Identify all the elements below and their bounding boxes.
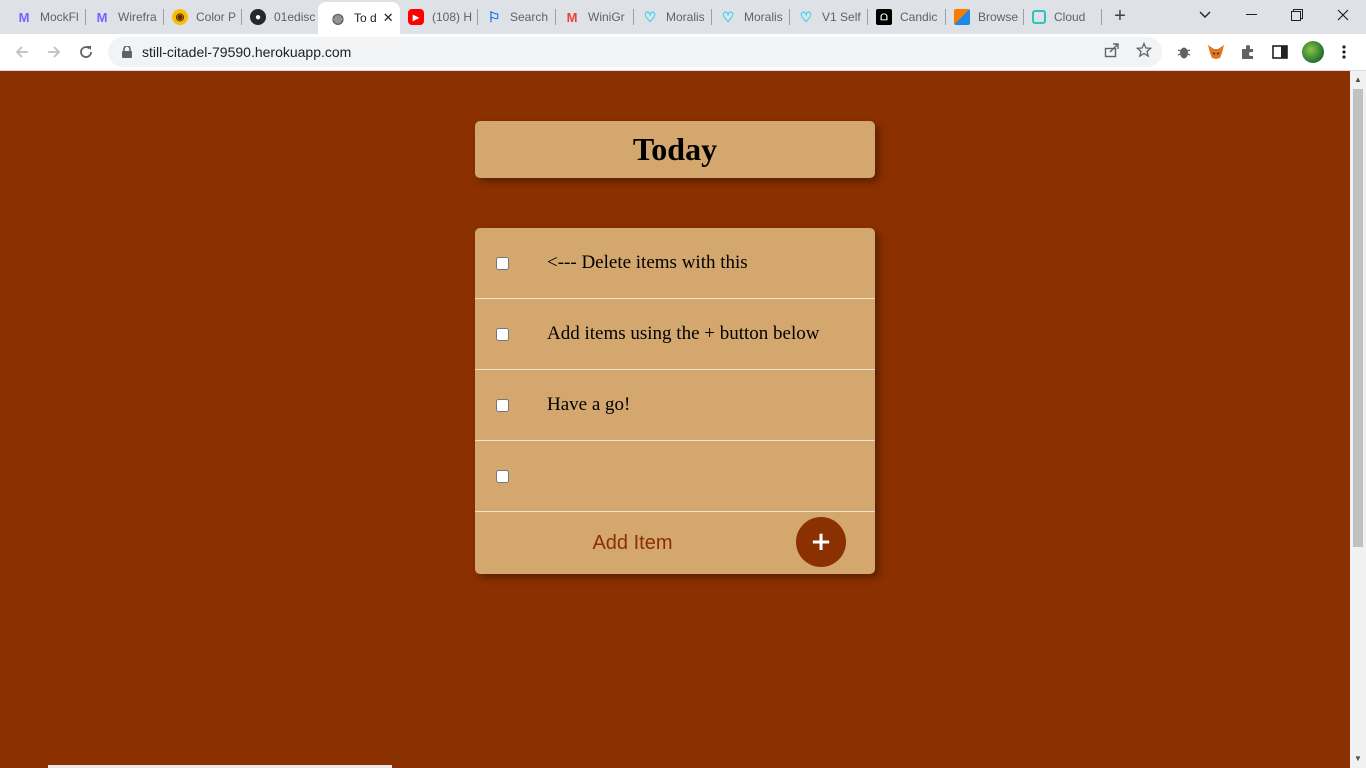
todo-list-card: <--- Delete items with this Add items us… [475,228,875,574]
new-tab-button[interactable]: + [1110,6,1130,26]
moralis-icon: ♡ [799,8,813,25]
tab-color-picker[interactable]: ◉ Color P [160,4,242,30]
extensions-puzzle-icon[interactable] [1238,42,1258,62]
back-arrow-icon[interactable] [10,40,34,64]
tab-strip: M MockFl M Wirefra ◉ Color P ● 01edisc ◍… [0,0,1366,34]
scroll-down-arrow-icon[interactable]: ▼ [1354,755,1362,763]
new-item-input[interactable] [495,522,770,564]
more-menu-icon[interactable] [1334,42,1354,62]
tab-moralis-1[interactable]: ♡ Moralis [630,4,712,30]
candid-icon: ᗝ [876,9,892,25]
tab-search-dropdown-icon[interactable] [1182,0,1228,30]
side-panel-icon[interactable] [1270,42,1290,62]
item-text: Add items using the + button below [547,323,820,344]
gmail-icon: M [566,9,578,25]
browse-icon [954,9,970,25]
item-text: Have a go! [547,394,631,415]
cloud-icon [1032,10,1046,24]
list-item: Add items using the + button below [475,299,875,370]
reload-icon[interactable] [74,40,98,64]
vertical-scrollbar[interactable]: ▲ ▼ [1350,71,1366,768]
youtube-icon: ▶ [408,9,424,25]
flag-icon: ⚐ [487,8,501,25]
metamask-fox-icon[interactable] [1206,42,1226,62]
tab-youtube[interactable]: ▶ (108) H [396,4,478,30]
tab-cloud[interactable]: Cloud [1020,4,1102,30]
moralis-icon: ♡ [721,8,735,25]
tab-todo-active[interactable]: ◍ To d ✕ [318,2,400,34]
close-window-icon[interactable] [1320,0,1366,30]
list-title: Today [632,131,718,167]
forward-arrow-icon[interactable] [42,40,66,64]
list-heading-card: Today [475,121,875,178]
item-text: <--- Delete items with this [547,252,748,273]
mockflow-icon: M [96,9,108,25]
tab-separator [1101,9,1102,25]
moralis-icon: ♡ [643,8,657,25]
delete-item-checkbox[interactable] [496,399,509,412]
add-item-button[interactable]: + [796,517,846,567]
delete-item-checkbox[interactable] [496,328,509,341]
delete-item-checkbox[interactable] [496,257,509,270]
close-tab-icon[interactable]: ✕ [383,10,394,26]
color-picker-icon: ◉ [172,9,188,25]
github-icon: ● [250,9,266,25]
list-item: Have a go! [475,370,875,441]
bookmark-star-icon[interactable] [1134,40,1154,60]
restore-icon[interactable] [1274,0,1320,30]
bug-extension-icon[interactable] [1174,42,1194,62]
tab-moralis-2[interactable]: ♡ Moralis [708,4,790,30]
tab-v1-self[interactable]: ♡ V1 Self [786,4,868,30]
tab-search[interactable]: ⚐ Search [474,4,556,30]
tab-candid[interactable]: ᗝ Candic [864,4,946,30]
tab-mockflow-2[interactable]: M Wirefra [82,4,164,30]
tab-mockflow-1[interactable]: M MockFl [4,4,86,30]
profile-avatar[interactable] [1302,41,1324,63]
list-item [475,441,875,512]
mockflow-icon: M [18,9,30,25]
delete-item-checkbox[interactable] [496,470,509,483]
page-viewport: Today <--- Delete items with this Add it… [0,71,1350,768]
list-item: <--- Delete items with this [475,228,875,299]
lock-icon[interactable] [120,45,134,59]
add-item-form: + [475,512,875,574]
scrollbar-thumb[interactable] [1353,89,1363,547]
scroll-up-arrow-icon[interactable]: ▲ [1354,76,1362,84]
share-icon[interactable] [1102,40,1122,60]
tab-browse[interactable]: Browse [942,4,1024,30]
minimize-icon[interactable] [1228,0,1274,30]
address-bar[interactable]: still-citadel-79590.herokuapp.com [108,37,1162,67]
globe-icon: ◍ [331,9,345,26]
tab-gmail[interactable]: M WiniGr [552,4,634,30]
browser-toolbar: still-citadel-79590.herokuapp.com [0,34,1366,71]
tab-github[interactable]: ● 01edisc [238,4,320,30]
url-text: still-citadel-79590.herokuapp.com [142,44,352,60]
